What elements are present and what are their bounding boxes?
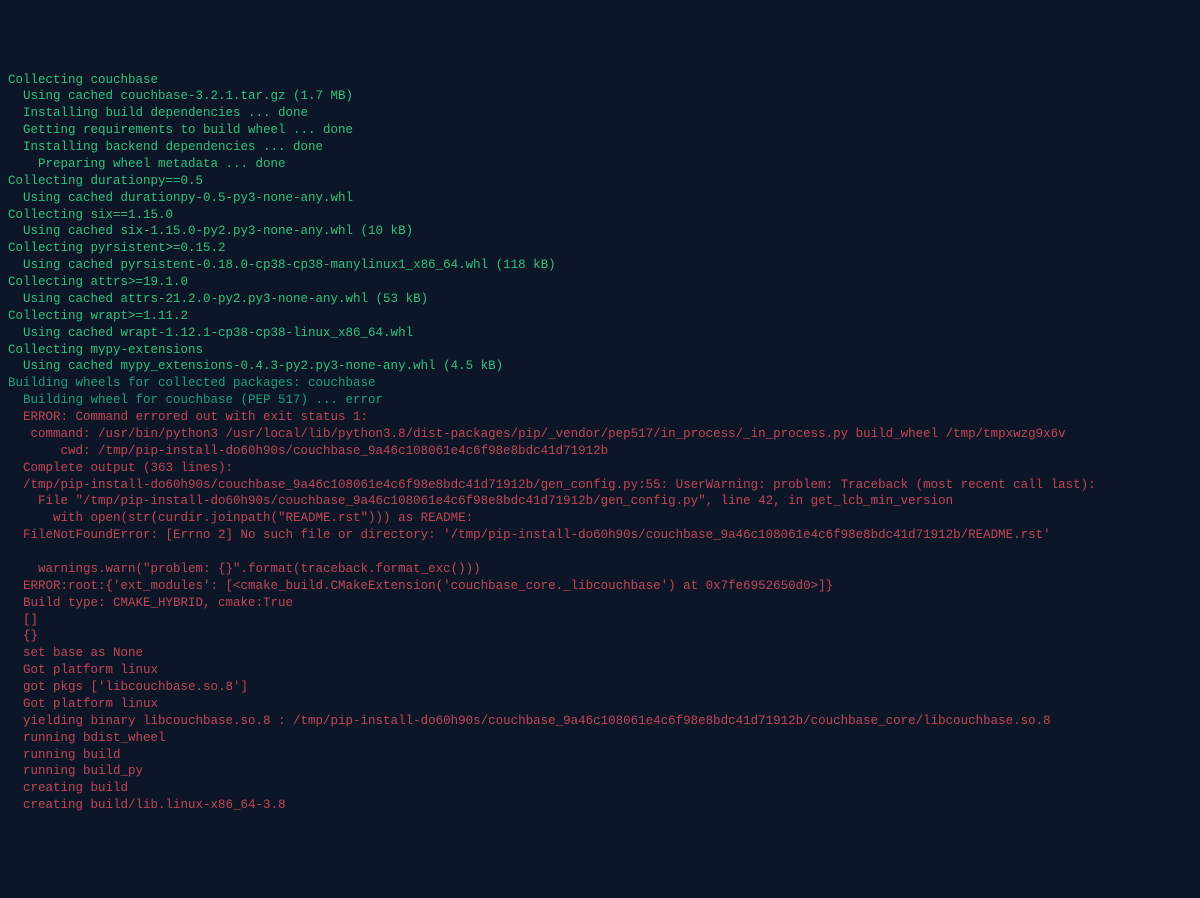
terminal-line: warnings.warn("problem: {}".format(trace… bbox=[8, 561, 1192, 578]
terminal-line: yielding binary libcouchbase.so.8 : /tmp… bbox=[8, 713, 1192, 730]
terminal-line: Build type: CMAKE_HYBRID, cmake:True bbox=[8, 595, 1192, 612]
terminal-line: creating build/lib.linux-x86_64-3.8 bbox=[8, 797, 1192, 814]
terminal-line: Using cached pyrsistent-0.18.0-cp38-cp38… bbox=[8, 257, 1192, 274]
terminal-line: Collecting attrs>=19.1.0 bbox=[8, 274, 1192, 291]
terminal-line: got pkgs ['libcouchbase.so.8'] bbox=[8, 679, 1192, 696]
terminal-line: running build bbox=[8, 747, 1192, 764]
terminal-line: creating build bbox=[8, 780, 1192, 797]
terminal-line: Collecting mypy-extensions bbox=[8, 342, 1192, 359]
terminal-line: ERROR:root:{'ext_modules': [<cmake_build… bbox=[8, 578, 1192, 595]
terminal-line: Collecting pyrsistent>=0.15.2 bbox=[8, 240, 1192, 257]
terminal-line: Got platform linux bbox=[8, 662, 1192, 679]
terminal-line: /tmp/pip-install-do60h90s/couchbase_9a46… bbox=[8, 477, 1192, 494]
terminal-line: Installing build dependencies ... done bbox=[8, 105, 1192, 122]
terminal-line: set base as None bbox=[8, 645, 1192, 662]
terminal-line: command: /usr/bin/python3 /usr/local/lib… bbox=[8, 426, 1192, 443]
terminal-line: Collecting couchbase bbox=[8, 72, 1192, 89]
terminal-line: Collecting wrapt>=1.11.2 bbox=[8, 308, 1192, 325]
terminal-line: ERROR: Command errored out with exit sta… bbox=[8, 409, 1192, 426]
terminal-output: Collecting couchbase Using cached couchb… bbox=[8, 72, 1192, 815]
terminal-line: {} bbox=[8, 628, 1192, 645]
terminal-line: Using cached six-1.15.0-py2.py3-none-any… bbox=[8, 223, 1192, 240]
terminal-line: Collecting six==1.15.0 bbox=[8, 207, 1192, 224]
terminal-line: Using cached attrs-21.2.0-py2.py3-none-a… bbox=[8, 291, 1192, 308]
terminal-line: File "/tmp/pip-install-do60h90s/couchbas… bbox=[8, 493, 1192, 510]
terminal-line: Preparing wheel metadata ... done bbox=[8, 156, 1192, 173]
terminal-line: Collecting durationpy==0.5 bbox=[8, 173, 1192, 190]
terminal-line: Using cached wrapt-1.12.1-cp38-cp38-linu… bbox=[8, 325, 1192, 342]
terminal-line: Getting requirements to build wheel ... … bbox=[8, 122, 1192, 139]
terminal-line: with open(str(curdir.joinpath("README.rs… bbox=[8, 510, 1192, 527]
terminal-line: Using cached couchbase-3.2.1.tar.gz (1.7… bbox=[8, 88, 1192, 105]
terminal-line: Got platform linux bbox=[8, 696, 1192, 713]
terminal-line bbox=[8, 544, 1192, 561]
terminal-line: Using cached durationpy-0.5-py3-none-any… bbox=[8, 190, 1192, 207]
terminal-line: [] bbox=[8, 612, 1192, 629]
terminal-line: Using cached mypy_extensions-0.4.3-py2.p… bbox=[8, 358, 1192, 375]
terminal-line: Complete output (363 lines): bbox=[8, 460, 1192, 477]
terminal-line: running bdist_wheel bbox=[8, 730, 1192, 747]
terminal-line: Building wheels for collected packages: … bbox=[8, 375, 1192, 392]
terminal-line: FileNotFoundError: [Errno 2] No such fil… bbox=[8, 527, 1192, 544]
terminal-line: Building wheel for couchbase (PEP 517) .… bbox=[8, 392, 1192, 409]
terminal-line: Installing backend dependencies ... done bbox=[8, 139, 1192, 156]
terminal-line: cwd: /tmp/pip-install-do60h90s/couchbase… bbox=[8, 443, 1192, 460]
terminal-line: running build_py bbox=[8, 763, 1192, 780]
